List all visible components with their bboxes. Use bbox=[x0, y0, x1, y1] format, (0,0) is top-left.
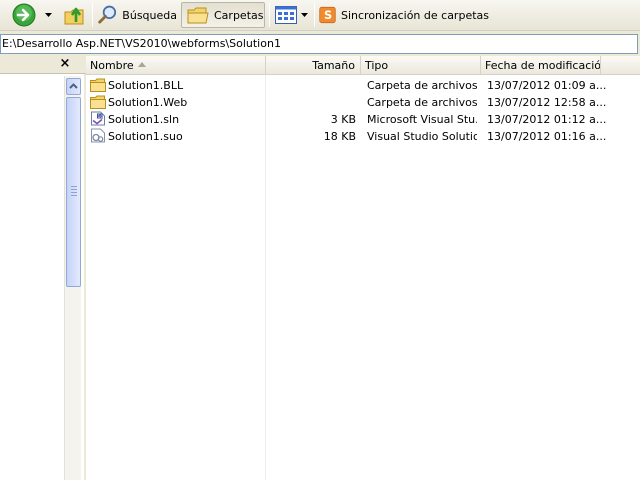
toolbar-separator bbox=[269, 3, 270, 27]
file-name: Solution1.Web bbox=[108, 96, 188, 109]
toolbar-separator bbox=[92, 3, 93, 27]
folder-pane-scrollbar[interactable] bbox=[64, 76, 81, 480]
file-name: Solution1.sln bbox=[108, 113, 180, 126]
grip-line bbox=[71, 192, 77, 193]
file-row[interactable]: 10 Solution1.sln 3 KB Microsoft Visual S… bbox=[86, 111, 640, 128]
file-type: Microsoft Visual Stu... bbox=[367, 113, 477, 126]
svg-text:S: S bbox=[324, 8, 332, 22]
file-size bbox=[266, 96, 356, 110]
toolbar: Búsqueda Carpetas S Sincronización de ca… bbox=[0, 0, 640, 31]
column-header-type-label: Tipo bbox=[365, 59, 389, 72]
folder-pane-header: × bbox=[0, 56, 86, 74]
file-size bbox=[266, 79, 356, 93]
file-name: Solution1.BLL bbox=[108, 79, 184, 92]
column-header-size[interactable]: Tamaño bbox=[266, 56, 361, 74]
forward-dropdown-button[interactable] bbox=[45, 2, 55, 28]
column-header-type[interactable]: Tipo bbox=[361, 56, 481, 74]
address-bar: E:\Desarrollo Asp.NET\VS2010\webforms\So… bbox=[0, 31, 640, 56]
scroll-up-button[interactable] bbox=[66, 78, 81, 95]
folders-button[interactable]: Carpetas bbox=[181, 2, 265, 28]
file-modified: 13/07/2012 01:09 a... bbox=[487, 79, 607, 92]
folders-icon bbox=[187, 7, 209, 24]
file-type: Carpeta de archivos bbox=[367, 79, 477, 92]
up-folder-button[interactable] bbox=[63, 2, 89, 28]
file-size: 3 KB bbox=[330, 113, 356, 126]
column-header-name-label: Nombre bbox=[90, 59, 134, 72]
suo-file-icon bbox=[91, 128, 105, 143]
folder-pane: × bbox=[0, 56, 86, 480]
folder-icon bbox=[90, 78, 106, 92]
grip-line bbox=[71, 186, 77, 187]
svg-text:10: 10 bbox=[98, 114, 104, 120]
file-name: Solution1.suo bbox=[108, 130, 183, 143]
file-list: Nombre Tamaño Tipo Fecha de modificación… bbox=[86, 56, 640, 480]
file-type: Carpeta de archivos bbox=[367, 96, 477, 109]
views-icon bbox=[275, 6, 297, 24]
up-folder-icon bbox=[64, 7, 84, 25]
column-header-size-label: Tamaño bbox=[312, 59, 355, 72]
search-icon bbox=[98, 5, 117, 24]
search-button[interactable]: Búsqueda bbox=[97, 2, 177, 28]
search-label: Búsqueda bbox=[122, 8, 177, 22]
folders-label: Carpetas bbox=[214, 8, 264, 22]
file-modified: 13/07/2012 01:16 a... bbox=[487, 130, 607, 143]
sync-folders-label: Sincronización de carpetas bbox=[340, 8, 489, 22]
file-row[interactable]: Solution1.BLL Carpeta de archivos 13/07/… bbox=[86, 77, 640, 94]
file-modified: 13/07/2012 12:58 a... bbox=[487, 96, 607, 109]
sync-folders-button[interactable]: S Sincronización de carpetas bbox=[319, 2, 489, 28]
column-header-name[interactable]: Nombre bbox=[86, 56, 266, 74]
scroll-thumb[interactable] bbox=[66, 97, 81, 287]
file-row[interactable]: Solution1.suo 18 KB Visual Studio Soluti… bbox=[86, 128, 640, 145]
grip-line bbox=[71, 189, 77, 190]
sln-file-icon: 10 bbox=[91, 111, 105, 126]
address-input[interactable]: E:\Desarrollo Asp.NET\VS2010\webforms\So… bbox=[0, 34, 638, 54]
column-header-modified[interactable]: Fecha de modificación bbox=[481, 56, 601, 74]
close-icon[interactable]: × bbox=[58, 57, 72, 71]
folder-icon bbox=[90, 95, 106, 109]
chevron-down-icon bbox=[45, 13, 52, 17]
forward-button[interactable] bbox=[12, 2, 42, 28]
sort-ascending-icon bbox=[138, 62, 146, 67]
chevron-up-icon bbox=[69, 83, 78, 89]
file-row[interactable]: Solution1.Web Carpeta de archivos 13/07/… bbox=[86, 94, 640, 111]
views-button[interactable] bbox=[274, 2, 310, 28]
chevron-down-icon bbox=[301, 13, 308, 17]
file-modified: 13/07/2012 01:12 a... bbox=[487, 113, 607, 126]
sync-folders-icon: S bbox=[319, 6, 336, 24]
grip-line bbox=[71, 195, 77, 196]
toolbar-separator bbox=[314, 3, 315, 27]
file-type: Visual Studio Solutio... bbox=[367, 130, 477, 143]
column-header-row: Nombre Tamaño Tipo Fecha de modificación bbox=[86, 56, 640, 75]
forward-arrow-icon bbox=[12, 3, 36, 27]
column-header-modified-label: Fecha de modificación bbox=[485, 59, 601, 72]
file-size: 18 KB bbox=[323, 130, 356, 143]
